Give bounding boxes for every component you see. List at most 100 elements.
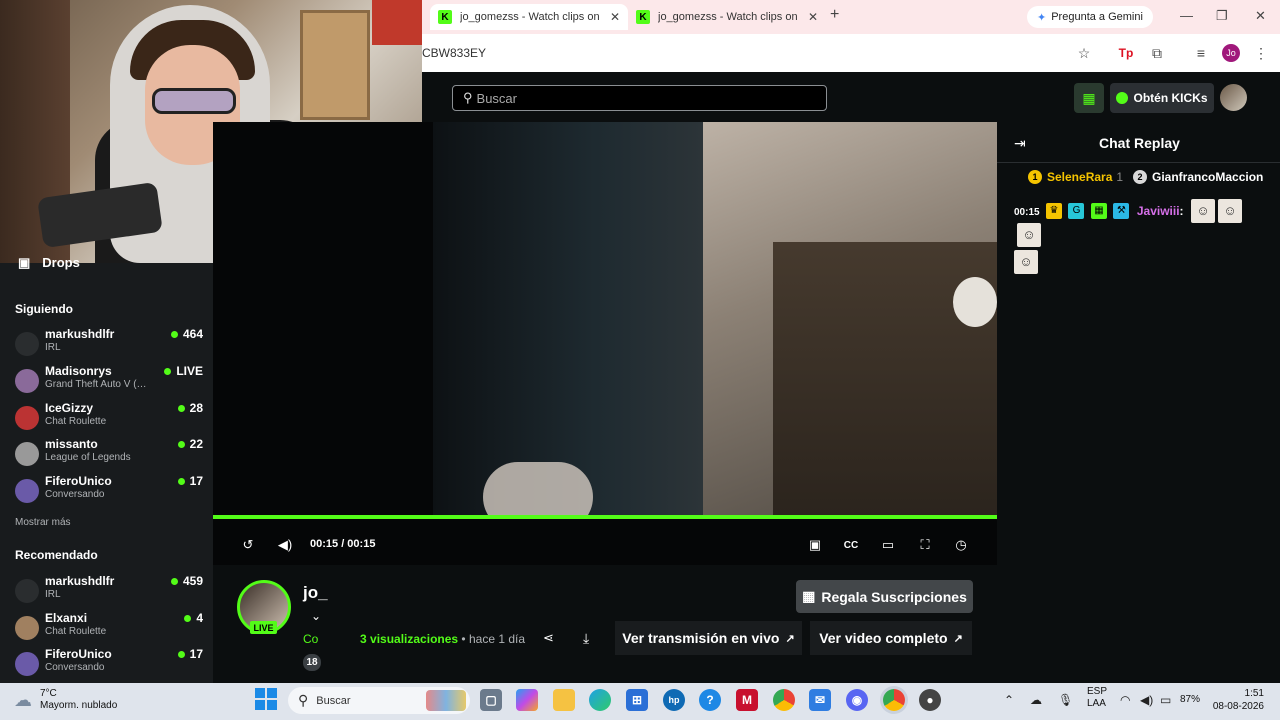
wifi-icon[interactable]: ◠: [1120, 693, 1130, 707]
close-tab-icon[interactable]: ✕: [808, 10, 818, 24]
url-text[interactable]: CBW833EY: [422, 46, 486, 60]
onedrive-icon[interactable]: ☁: [1030, 693, 1042, 707]
obs-icon[interactable]: ●: [919, 689, 941, 711]
new-tab-button[interactable]: +: [830, 6, 839, 24]
channel-name: IceGizzy: [45, 401, 94, 415]
live-dot-icon: [184, 614, 192, 622]
top-gifter-1[interactable]: 1 SeleneRara 1: [1028, 170, 1123, 184]
fullscreen-icon[interactable]: ⛶: [916, 536, 934, 554]
category-link[interactable]: Co: [303, 632, 318, 646]
search-input[interactable]: ⚲ Buscar: [452, 85, 827, 111]
browser-tab-1[interactable]: K jo_gomezss - Watch clips on Kick ✕: [430, 4, 629, 30]
channel-avatar: [15, 652, 39, 676]
chrome-active-icon[interactable]: [883, 689, 905, 711]
following-channel[interactable]: FiferoUnico Conversando 17: [15, 474, 203, 508]
gemini-button[interactable]: ✦ Pregunta a Gemini: [1027, 6, 1153, 28]
playback-speed-icon[interactable]: ◷: [952, 536, 970, 554]
hp-icon[interactable]: hp: [663, 689, 685, 711]
microphone-icon[interactable]: 🎙: [1058, 693, 1073, 707]
video-player[interactable]: [213, 122, 997, 565]
close-window-button[interactable]: ✕: [1255, 8, 1266, 24]
profile-avatar[interactable]: Jo: [1222, 44, 1240, 62]
channel-name[interactable]: jo_: [303, 583, 328, 603]
following-channel[interactable]: Madisonrys Grand Theft Auto V (… LIVE: [15, 364, 203, 398]
channel-name: missanto: [45, 437, 98, 451]
battery-icon[interactable]: ▭: [1160, 693, 1171, 707]
watch-live-button[interactable]: Ver transmisión en vivo ↗: [615, 621, 802, 655]
help-icon[interactable]: ?: [699, 689, 721, 711]
sidebar-item-drops[interactable]: ▣ Drops: [18, 255, 80, 271]
outlook-icon[interactable]: ✉: [809, 689, 831, 711]
gifter-name: SeleneRara: [1047, 170, 1113, 184]
recommended-channel[interactable]: Elxanxi Chat Roulette 4: [15, 611, 203, 645]
mcafee-icon[interactable]: M: [736, 689, 758, 711]
extensions-puzzle-icon[interactable]: ⧉: [1148, 44, 1166, 62]
emote-icon: ☺: [1014, 250, 1038, 274]
chat-title: Chat Replay: [1099, 135, 1180, 151]
channel-category: Grand Theft Auto V (…: [45, 379, 147, 390]
taskbar-search[interactable]: ⚲ Buscar: [288, 687, 470, 714]
drops-label: Drops: [42, 255, 80, 270]
replay-icon[interactable]: ↺: [239, 536, 257, 554]
store-icon[interactable]: ⊞: [626, 689, 648, 711]
channel-name: Madisonrys: [45, 364, 112, 378]
full-video-label: Ver video completo: [819, 630, 948, 646]
temperature: 7°C: [40, 688, 57, 699]
captions-icon[interactable]: CC: [842, 536, 860, 554]
theater-mode-icon[interactable]: ▭: [879, 536, 897, 554]
chrome-icon[interactable]: [773, 689, 795, 711]
gift-icon-button[interactable]: ▦: [1074, 83, 1104, 113]
miniplayer-icon[interactable]: ▣: [806, 536, 824, 554]
start-button[interactable]: [255, 688, 277, 710]
live-badge: LIVE: [250, 621, 277, 634]
copilot-icon[interactable]: [516, 689, 538, 711]
download-icon[interactable]: ⤓: [583, 630, 589, 647]
share-icon[interactable]: ⋖: [543, 630, 554, 646]
show-more-link[interactable]: Mostrar más: [15, 517, 71, 528]
progress-bar[interactable]: [213, 515, 997, 519]
minimize-button[interactable]: —: [1180, 8, 1193, 23]
channel-category: Conversando: [45, 489, 105, 500]
following-channel[interactable]: missanto League of Legends 22: [15, 437, 203, 471]
full-video-button[interactable]: Ver video completo ↗: [810, 621, 972, 655]
top-gifter-2[interactable]: 2 GianfrancoMaccion: [1133, 170, 1263, 184]
edge-icon[interactable]: [589, 689, 611, 711]
recommended-channel[interactable]: FiferoUnico Conversando 17: [15, 647, 203, 681]
recommended-channel[interactable]: markushdlfr IRL 459: [15, 574, 203, 608]
get-kicks-button[interactable]: Obtén KICKs: [1110, 83, 1214, 113]
task-view-icon[interactable]: ▢: [480, 689, 502, 711]
following-channel[interactable]: IceGizzy Chat Roulette 28: [15, 401, 203, 435]
volume-icon[interactable]: ◀): [1140, 693, 1153, 707]
weather-widget[interactable]: ☁ 7°C Mayorm. nublado: [14, 688, 117, 712]
battery-percent: 87%: [1180, 694, 1201, 705]
browser-tab-2[interactable]: K jo_gomezss - Watch clips on Kick ✕: [628, 4, 826, 30]
close-tab-icon[interactable]: ✕: [610, 10, 620, 24]
message-username[interactable]: Javiwiii:: [1137, 204, 1184, 218]
kick-coin-icon: [1116, 92, 1129, 104]
menu-kebab-icon[interactable]: ⋮: [1252, 44, 1270, 62]
gifter-name: GianfrancoMaccion: [1152, 170, 1264, 184]
gift-subs-button[interactable]: ▦ Regala Suscripciones: [796, 580, 973, 613]
discord-icon[interactable]: ◉: [846, 689, 868, 711]
live-dot-icon: [170, 330, 178, 338]
channel-avatar: [15, 479, 39, 503]
clock[interactable]: 1:51 08-08-2026: [1212, 687, 1264, 713]
restore-button[interactable]: ❐: [1216, 8, 1228, 24]
file-explorer-icon[interactable]: [553, 689, 575, 711]
tray-expand-icon[interactable]: ⌃: [1004, 693, 1014, 707]
recommended-heading: Recomendado: [15, 548, 98, 562]
message-timestamp: 00:15: [1014, 207, 1040, 219]
live-dot-icon: [164, 367, 172, 375]
channel-avatar: [15, 579, 39, 603]
channel-avatar: [15, 442, 39, 466]
collapse-chat-icon[interactable]: ⇥: [1014, 135, 1026, 152]
user-avatar[interactable]: [1220, 84, 1247, 111]
extension-tp-icon[interactable]: Tp: [1117, 44, 1135, 62]
gift-badge-icon: ▦: [1090, 203, 1107, 219]
media-control-icon[interactable]: ≡: [1192, 44, 1210, 62]
language-indicator[interactable]: ESP LAA: [1087, 686, 1107, 710]
chevron-down-icon[interactable]: ⌄: [311, 609, 321, 623]
bookmark-star-icon[interactable]: ☆: [1075, 44, 1093, 62]
following-channel[interactable]: markushdlfr IRL 464: [15, 327, 203, 361]
volume-icon[interactable]: ◀): [276, 536, 294, 554]
